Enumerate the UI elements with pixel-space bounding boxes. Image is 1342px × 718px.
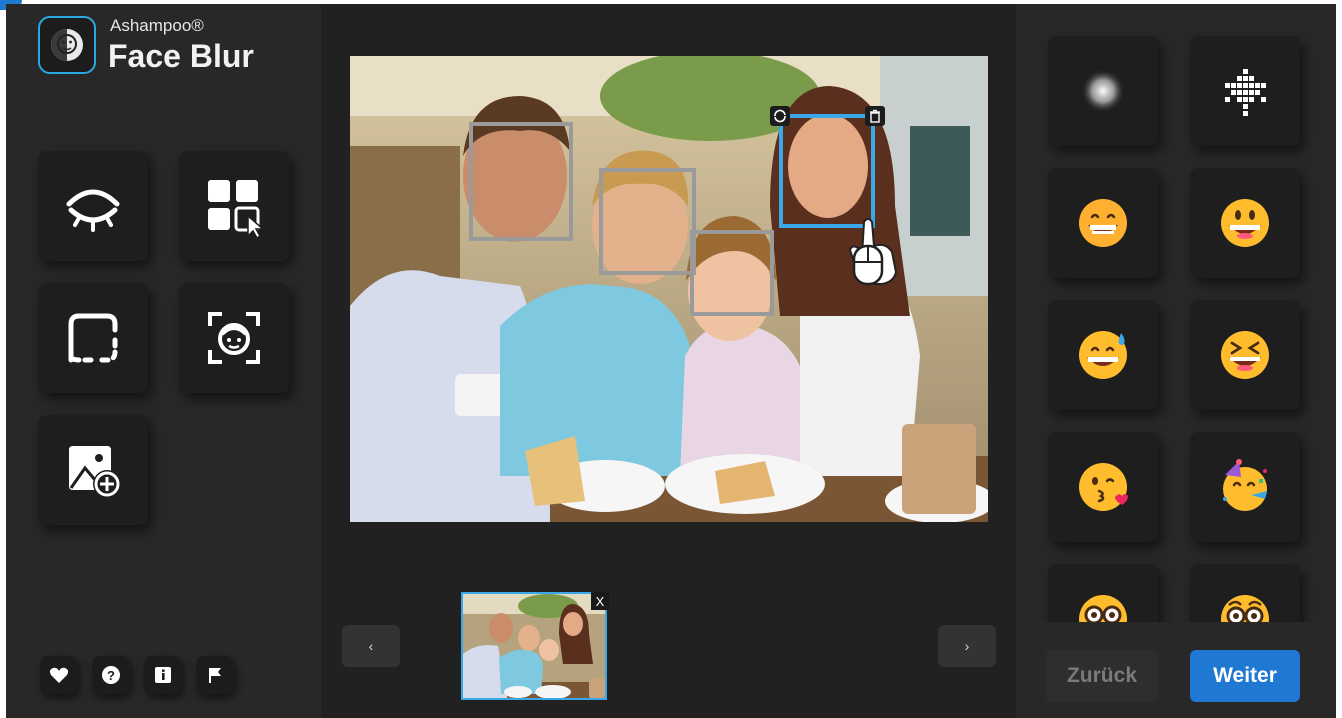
help-icon: ?: [102, 666, 120, 684]
effect-squint-laugh-emoji-button[interactable]: [1190, 300, 1300, 410]
add-image-icon: [69, 446, 121, 498]
tool-add-image-button[interactable]: [38, 415, 148, 525]
effect-pixelate-button[interactable]: [1190, 36, 1300, 146]
app-window: Ashampoo® Face Blur ? ‹ X › Zurück Weite…: [6, 4, 1336, 718]
face-selection-boy[interactable]: [599, 168, 696, 275]
effect-glasses-emoji-button[interactable]: [1190, 564, 1300, 622]
face-logo-icon: [51, 29, 83, 61]
party-emoji-icon: [1223, 459, 1267, 511]
face-delete-button[interactable]: [865, 106, 885, 126]
app-brand: Ashampoo®: [110, 16, 204, 35]
tool-select-faces-button[interactable]: [179, 151, 289, 261]
family-photo: [350, 56, 988, 522]
help-button[interactable]: ?: [92, 656, 130, 694]
feedback-button[interactable]: [196, 656, 234, 694]
face-rotate-button[interactable]: [770, 106, 790, 126]
face-selection-man[interactable]: [469, 122, 573, 241]
info-button[interactable]: [144, 656, 182, 694]
hand-cursor-icon: [848, 218, 898, 286]
sweat-smile-emoji-icon: [1079, 331, 1127, 379]
effect-blur-button[interactable]: [1048, 36, 1158, 146]
favorite-button[interactable]: [40, 656, 78, 694]
next-image-button[interactable]: ›: [938, 625, 996, 667]
effect-kiss-emoji-button[interactable]: [1048, 432, 1158, 542]
face-selection-woman[interactable]: [779, 114, 875, 228]
heart-icon: [49, 667, 69, 683]
pixelate-icon: [1225, 69, 1266, 116]
squint-laugh-emoji-icon: [1221, 331, 1269, 379]
rotate-icon: [774, 109, 786, 123]
grinning-emoji-icon: [1221, 199, 1269, 247]
previous-image-button[interactable]: ‹: [342, 625, 400, 667]
remove-image-button[interactable]: X: [591, 592, 609, 610]
back-button[interactable]: Zurück: [1046, 650, 1158, 702]
left-sidebar: Ashampoo® Face Blur ?: [6, 4, 321, 718]
tool-blur-faces-button[interactable]: [38, 151, 148, 261]
trash-icon: [870, 109, 880, 123]
thumbnail-photo: [463, 594, 605, 698]
glasses-emoji-icon: [1221, 595, 1269, 622]
app-logo: [38, 16, 96, 74]
effect-nerd-emoji-button[interactable]: [1048, 564, 1158, 622]
editor-area: ‹ X ›: [321, 4, 1016, 718]
next-button[interactable]: Weiter: [1190, 650, 1300, 702]
svg-text:?: ?: [107, 668, 115, 683]
tool-manual-area-button[interactable]: [38, 283, 148, 393]
effects-grid: [1016, 4, 1336, 622]
kiss-emoji-icon: [1079, 463, 1128, 511]
face-selection-girl[interactable]: [690, 230, 774, 316]
nerd-emoji-icon: [1079, 595, 1127, 622]
effect-party-emoji-button[interactable]: [1190, 432, 1300, 542]
selection-frame-icon: [68, 313, 118, 363]
flag-icon: [209, 668, 221, 683]
app-title: Face Blur: [108, 38, 254, 74]
face-detect-icon: [208, 312, 260, 364]
grin-emoji-icon: [1079, 199, 1127, 247]
effect-grin-emoji-button[interactable]: [1048, 168, 1158, 278]
effect-sweat-smile-emoji-button[interactable]: [1048, 300, 1158, 410]
eye-closed-icon: [66, 189, 120, 232]
tool-detect-faces-button[interactable]: [179, 283, 289, 393]
info-icon: [155, 667, 171, 683]
image-thumbnail[interactable]: [461, 592, 607, 700]
effects-panel: Zurück Weiter: [1016, 4, 1336, 718]
blur-icon: [1081, 69, 1125, 113]
select-grid-icon: [208, 180, 266, 238]
effect-grinning-emoji-button[interactable]: [1190, 168, 1300, 278]
photo-canvas[interactable]: [350, 56, 988, 522]
